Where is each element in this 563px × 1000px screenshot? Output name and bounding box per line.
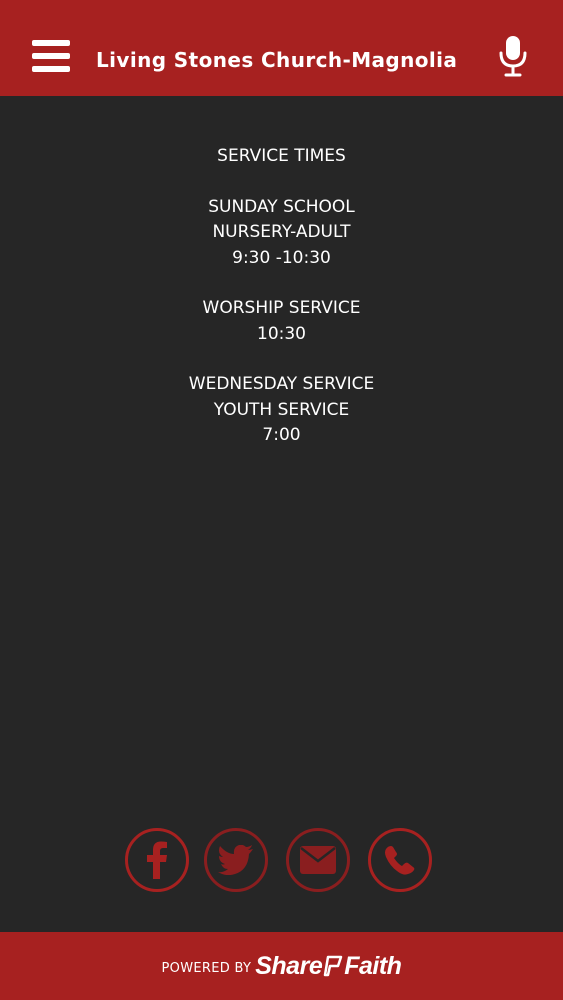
social-links xyxy=(0,828,563,898)
worship-service-section: WORSHIP SERVICE 10:30 xyxy=(202,298,361,344)
sharefaith-logo: Share Faith xyxy=(255,951,402,980)
microphone-icon xyxy=(499,36,527,77)
app-title: Living Stones Church-Magnolia xyxy=(96,48,458,72)
powered-by-link[interactable]: POWERED BY Share Faith xyxy=(0,932,563,1000)
phone-button[interactable] xyxy=(368,828,432,892)
app-header: Living Stones Church-Magnolia xyxy=(0,0,563,96)
twitter-button[interactable] xyxy=(204,828,268,892)
voice-search-button[interactable] xyxy=(496,34,530,78)
service-times-heading: SERVICE TIMES xyxy=(217,146,346,166)
powered-by-label: POWERED BY xyxy=(161,960,252,976)
menu-button[interactable] xyxy=(32,40,70,74)
sunday-school-section: SUNDAY SCHOOL NURSERY-ADULT 9:30 -10:30 xyxy=(208,196,355,268)
phone-icon xyxy=(385,846,415,875)
facebook-button[interactable] xyxy=(125,828,189,892)
facebook-icon xyxy=(147,841,167,879)
wednesday-service-section: WEDNESDAY SERVICE YOUTH SERVICE 7:00 xyxy=(188,374,375,445)
sharefaith-mark-icon xyxy=(323,955,343,977)
service-times-content: SERVICE TIMES SUNDAY SCHOOL NURSERY-ADUL… xyxy=(0,144,563,474)
email-icon xyxy=(300,846,336,874)
email-button[interactable] xyxy=(286,828,350,892)
hamburger-menu-icon xyxy=(32,40,70,46)
app-footer: POWERED BY Share Faith xyxy=(0,932,563,1000)
twitter-icon xyxy=(218,845,253,875)
